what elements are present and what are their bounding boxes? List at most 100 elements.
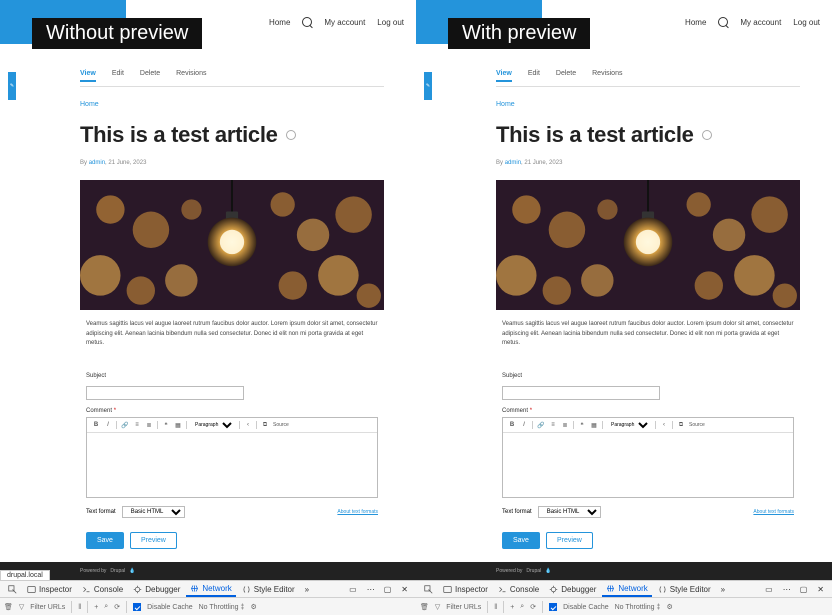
tab-view[interactable]: View [80,70,96,82]
tab-edit[interactable]: Edit [528,70,540,82]
nav-logout[interactable]: Log out [793,18,820,27]
breadcrumb[interactable]: Home [80,101,384,108]
side-tab[interactable]: ✎ [8,72,16,100]
disable-cache-checkbox[interactable] [549,603,557,611]
nav-home[interactable]: Home [269,18,290,27]
search-icon[interactable]: ⌕ [520,603,524,611]
rte-bold[interactable]: B [508,421,516,429]
author-link[interactable]: admin [89,160,105,166]
gear-icon[interactable]: ⚙ [250,603,256,611]
trash-icon[interactable]: 🗑 [420,603,429,611]
trash-icon[interactable]: 🗑 [4,603,13,611]
reload-icon[interactable]: ⟳ [530,603,536,611]
comment-body[interactable] [87,433,377,497]
comment-body[interactable] [503,433,793,497]
throttling-select[interactable]: No Throttling ‡ [199,604,245,611]
rte-italic[interactable]: I [104,421,112,429]
devtab-console[interactable]: Console [78,581,127,597]
rte-image-icon[interactable]: ▦ [590,421,598,429]
devtab-inspector[interactable]: Inspector [23,581,76,597]
rte-list-icon[interactable]: ≡ [133,421,141,429]
tab-revisions[interactable]: Revisions [176,70,206,82]
devtab-debugger[interactable]: Debugger [545,581,600,597]
pause-icon[interactable]: ‖ [494,604,497,611]
rte-quote-icon[interactable]: ❝ [162,421,170,429]
devtools-picker-icon[interactable] [4,581,21,597]
rte-link-icon[interactable]: 🔗 [121,421,129,429]
rte-image-icon[interactable]: ▦ [174,421,182,429]
rte-link-icon[interactable]: 🔗 [537,421,545,429]
nav-my-account[interactable]: My account [740,18,781,27]
tab-revisions[interactable]: Revisions [592,70,622,82]
rte-source-icon[interactable]: ⧉ [677,421,685,429]
rte-outdent-icon[interactable]: ‹ [660,421,668,429]
format-select[interactable]: Basic HTML [122,506,185,518]
devtools-dock-icon[interactable]: ▢ [796,581,812,597]
rte-italic[interactable]: I [520,421,528,429]
rte-source-icon[interactable]: ⧉ [261,421,269,429]
subject-input[interactable] [86,386,244,400]
subject-input[interactable] [502,386,660,400]
tab-view[interactable]: View [496,70,512,82]
plus-icon[interactable]: + [94,604,98,611]
author-link[interactable]: admin [505,160,521,166]
devtab-style[interactable]: Style Editor [654,581,715,597]
rte-ol-icon[interactable]: ≣ [145,421,153,429]
rte-source-label[interactable]: Source [689,422,705,428]
rte-paragraph-select[interactable]: Paragraph [191,421,235,429]
nav-logout[interactable]: Log out [377,18,404,27]
share-icon[interactable] [702,130,712,140]
rte-paragraph-select[interactable]: Paragraph [607,421,651,429]
search-icon[interactable] [718,17,728,27]
breadcrumb[interactable]: Home [496,101,800,108]
devtab-inspector[interactable]: Inspector [439,581,492,597]
throttling-select[interactable]: No Throttling ‡ [615,604,661,611]
rte-list-icon[interactable]: ≡ [549,421,557,429]
format-select[interactable]: Basic HTML [538,506,601,518]
rte-outdent-icon[interactable]: ‹ [244,421,252,429]
devtools-iframe-icon[interactable]: ▭ [761,581,777,597]
preview-button[interactable]: Preview [546,532,593,549]
pause-icon[interactable]: ‖ [78,604,81,611]
nav-home[interactable]: Home [685,18,706,27]
rte-source-label[interactable]: Source [273,422,289,428]
tab-delete[interactable]: Delete [556,70,576,82]
side-tab[interactable]: ✎ [424,72,432,100]
search-icon[interactable] [302,17,312,27]
save-button[interactable]: Save [502,532,540,549]
devtools-url-tab[interactable]: drupal.local [0,570,50,580]
devtools-dock-icon[interactable]: ▢ [380,581,396,597]
disable-cache-checkbox[interactable] [133,603,141,611]
devtab-more[interactable]: » [301,581,313,597]
filter-icon[interactable]: ▽ [435,603,440,611]
devtab-style[interactable]: Style Editor [238,581,299,597]
format-help-link[interactable]: About text formats [753,509,794,515]
plus-icon[interactable]: + [510,604,514,611]
gear-icon[interactable]: ⚙ [666,603,672,611]
tab-edit[interactable]: Edit [112,70,124,82]
rte-quote-icon[interactable]: ❝ [578,421,586,429]
format-help-link[interactable]: About text formats [337,509,378,515]
reload-icon[interactable]: ⟳ [114,603,120,611]
devtab-network[interactable]: Network [602,581,651,597]
devtools-iframe-icon[interactable]: ▭ [345,581,361,597]
search-icon[interactable]: ⌕ [104,603,108,611]
save-button[interactable]: Save [86,532,124,549]
devtab-network[interactable]: Network [186,581,235,597]
devtab-console[interactable]: Console [494,581,543,597]
rte-bold[interactable]: B [92,421,100,429]
share-icon[interactable] [286,130,296,140]
tab-delete[interactable]: Delete [140,70,160,82]
nav-my-account[interactable]: My account [324,18,365,27]
filter-icon[interactable]: ▽ [19,603,24,611]
rte-ol-icon[interactable]: ≣ [561,421,569,429]
devtools-close-icon[interactable]: ✕ [813,581,828,597]
devtools-picker-icon[interactable] [420,581,437,597]
preview-button[interactable]: Preview [130,532,177,549]
subject-label: Subject [86,373,378,379]
devtab-more[interactable]: » [717,581,729,597]
devtools-close-icon[interactable]: ✕ [397,581,412,597]
devtools-menu-icon[interactable]: ⋯ [779,581,794,597]
devtools-menu-icon[interactable]: ⋯ [363,581,378,597]
devtab-debugger[interactable]: Debugger [129,581,184,597]
